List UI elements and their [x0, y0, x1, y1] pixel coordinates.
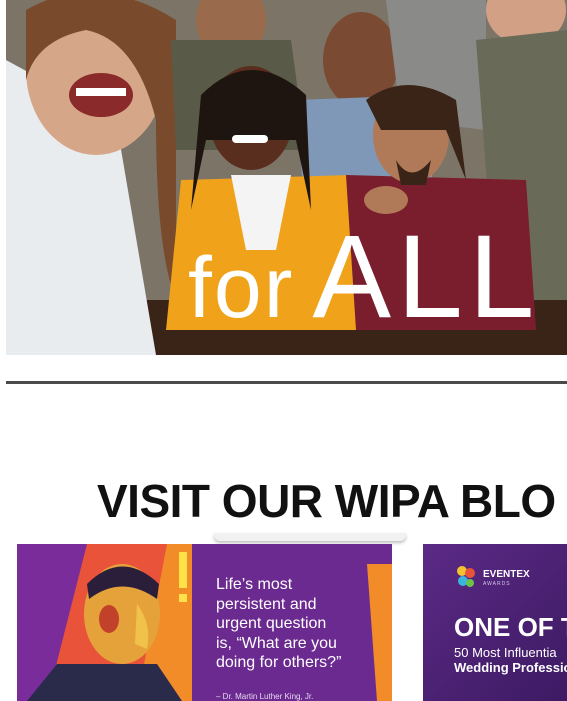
eventex-headline: ONE OF T	[454, 612, 567, 642]
eventex-brand-sub: AWARDS	[483, 581, 511, 587]
carousel-scroll-handle[interactable]	[214, 533, 406, 541]
quote-attribution: – Dr. Martin Luther King, Jr.	[216, 692, 314, 701]
hero-banner: for ALL	[6, 0, 567, 355]
eventex-brand: EVENTEX	[483, 569, 530, 580]
eventex-logo-icon	[457, 566, 475, 587]
hero-tagline: for ALL	[188, 218, 540, 336]
hero-word-all: ALL	[312, 211, 541, 343]
eventex-subline-2: Wedding Professio	[454, 660, 567, 675]
blog-section-title: VISIT OUR WIPA BLO	[97, 475, 556, 527]
section-divider	[6, 381, 567, 384]
eventex-subline-1: 50 Most Influentia	[454, 645, 557, 660]
quote-text: Life’s most persistent and urgent questi…	[216, 576, 342, 671]
hero-word-for: for	[188, 240, 295, 336]
